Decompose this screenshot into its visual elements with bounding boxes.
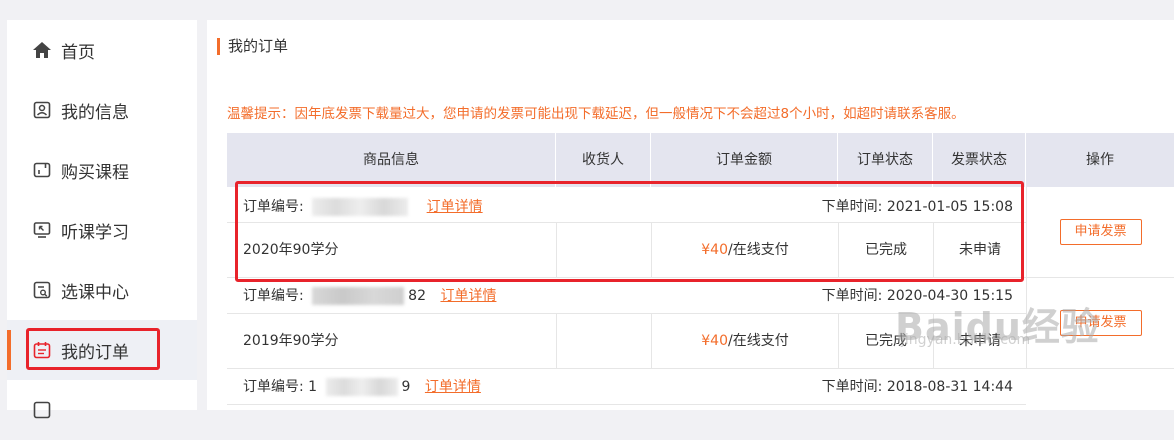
column-header: 操作 xyxy=(1086,152,1114,168)
order-number: 订单编号: 订单详情 xyxy=(243,196,483,216)
screen-play-icon xyxy=(32,220,52,240)
redacted-number xyxy=(325,378,398,396)
action-cell: 申请发票 xyxy=(1026,187,1174,277)
order-body: 2020年90学分 ¥40/在线支付 已完成 未申请 xyxy=(227,223,1026,277)
amount-value: ¥40 xyxy=(701,333,728,349)
active-annotation-box xyxy=(26,328,160,370)
wallet-icon xyxy=(32,160,52,180)
sidebar-item-label: 购买课程 xyxy=(61,162,129,183)
sidebar-item-my-info[interactable]: 我的信息 xyxy=(7,80,197,140)
apply-invoice-button[interactable]: 申请发票 xyxy=(1059,219,1142,245)
sidebar-item-study[interactable]: 听课学习 xyxy=(7,200,197,260)
order-detail-link[interactable]: 订单详情 xyxy=(440,288,496,304)
sidebar: 首页 我的信息 购买课程 听课学习 选课中心 我的订单 xyxy=(7,20,197,419)
order-header: 订单编号: 订单详情 下单时间: 2021-01-05 15:08 xyxy=(227,187,1026,223)
amount-cell: ¥40/在线支付 xyxy=(651,314,838,368)
order-number-suffix: 9 xyxy=(401,379,411,395)
order-time: 下单时间: 2021-01-05 15:08 xyxy=(822,196,1013,216)
product-cell: 2020年90学分 xyxy=(243,242,339,258)
amount-value: ¥40 xyxy=(701,242,728,258)
order-number-label: 订单编号: xyxy=(243,288,304,304)
column-header: 订单状态 xyxy=(838,133,933,187)
apply-invoice-button[interactable]: 申请发票 xyxy=(1059,310,1142,336)
action-cell: 申请发票 xyxy=(1026,278,1174,368)
payment-method: /在线支付 xyxy=(728,242,789,258)
order-time-label: 下单时间: xyxy=(821,199,883,215)
product-cell: 2019年90学分 xyxy=(243,333,339,349)
order-detail-link[interactable]: 订单详情 xyxy=(427,199,483,215)
order-status-cell: 已完成 xyxy=(838,223,933,277)
order-number: 订单编号: 1 9 订单详情 xyxy=(243,376,481,396)
order-time: 下单时间: 2018-08-31 14:44 xyxy=(822,376,1013,396)
order-time-label: 下单时间: xyxy=(821,379,883,395)
amount-cell: ¥40/在线支付 xyxy=(651,223,838,277)
invoice-status-cell: 未申请 xyxy=(933,314,1026,368)
order-row: 订单编号: 订单详情 下单时间: 2021-01-05 15:08 2020年9… xyxy=(227,187,1174,278)
order-time: 下单时间: 2020-04-30 15:15 xyxy=(822,285,1013,305)
sidebar-item-home[interactable]: 首页 xyxy=(7,20,197,80)
payment-method: /在线支付 xyxy=(728,333,789,349)
profile-icon xyxy=(32,100,52,120)
sidebar-item-buy-course[interactable]: 购买课程 xyxy=(7,140,197,200)
sidebar-item-label: 听课学习 xyxy=(61,222,129,243)
column-header: 发票状态 xyxy=(933,133,1026,187)
cut-off-icon xyxy=(32,400,52,420)
sidebar-item-my-orders[interactable]: 我的订单 xyxy=(7,320,197,380)
invoice-status-cell: 未申请 xyxy=(933,223,1026,277)
sidebar-item-next[interactable] xyxy=(7,380,197,440)
notice-text: 温馨提示：因年底发票下载量过大，您申请的发票可能出现下载延迟，但一般情况下不会超… xyxy=(227,106,965,122)
home-icon xyxy=(32,40,52,60)
order-time-value: 2021-01-05 15:08 xyxy=(886,199,1013,215)
sidebar-item-course-center[interactable]: 选课中心 xyxy=(7,260,197,320)
order-status-cell: 已完成 xyxy=(838,314,933,368)
main-panel: 我的订单 温馨提示：因年底发票下载量过大，您申请的发票可能出现下载延迟，但一般情… xyxy=(207,20,1174,410)
order-time-label: 下单时间: xyxy=(821,288,883,304)
redacted-number xyxy=(312,287,405,305)
column-header: 收货人 xyxy=(556,133,651,187)
order-header: 订单编号: 1 9 订单详情 下单时间: 2018-08-31 14:44 xyxy=(227,369,1026,405)
order-header: 订单编号: 82 订单详情 下单时间: 2020-04-30 15:15 xyxy=(227,278,1026,314)
table-header: 商品信息 收货人 订单金额 订单状态 发票状态 操作 xyxy=(227,133,1174,187)
order-time-value: 2018-08-31 14:44 xyxy=(886,379,1013,395)
order-time-value: 2020-04-30 15:15 xyxy=(886,288,1013,304)
column-header: 商品信息 xyxy=(227,133,556,187)
order-number: 订单编号: 82 订单详情 xyxy=(243,285,496,305)
page-title: 我的订单 xyxy=(217,38,288,55)
course-select-icon xyxy=(32,280,52,300)
active-indicator xyxy=(7,330,11,370)
order-body: 2019年90学分 ¥40/在线支付 已完成 未申请 xyxy=(227,314,1026,368)
sidebar-item-label: 我的信息 xyxy=(61,102,129,123)
order-number-suffix: 82 xyxy=(408,288,426,304)
sidebar-item-label: 选课中心 xyxy=(61,282,129,303)
order-row: 订单编号: 1 9 订单详情 下单时间: 2018-08-31 14:44 xyxy=(227,369,1174,409)
redacted-number xyxy=(312,198,409,216)
consignee-cell xyxy=(556,223,651,277)
order-detail-link[interactable]: 订单详情 xyxy=(425,379,481,395)
consignee-cell xyxy=(556,314,651,368)
order-row: 订单编号: 82 订单详情 下单时间: 2020-04-30 15:15 201… xyxy=(227,278,1174,369)
column-header: 订单金额 xyxy=(651,133,838,187)
sidebar-item-label: 首页 xyxy=(61,42,95,63)
order-number-label: 订单编号: 1 xyxy=(243,379,318,395)
order-number-label: 订单编号: xyxy=(243,199,304,215)
